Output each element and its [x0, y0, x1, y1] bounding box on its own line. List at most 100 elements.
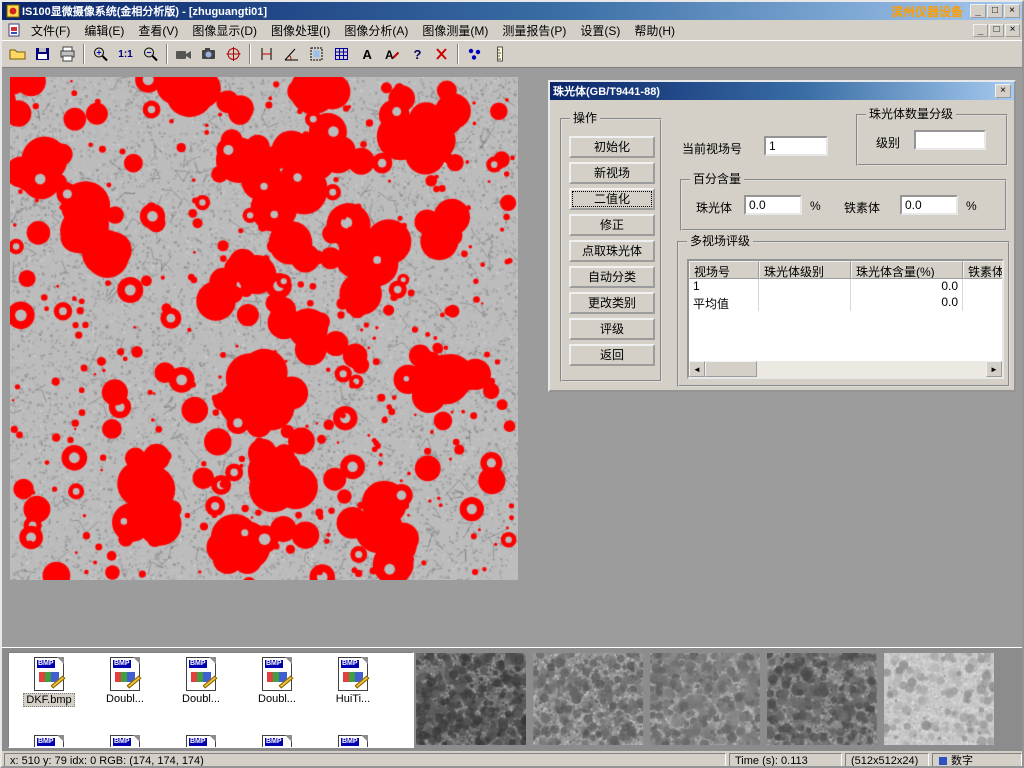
mdi-minimize-button[interactable]: _: [973, 24, 988, 37]
binarize-button[interactable]: 二值化: [569, 188, 655, 210]
correct-button[interactable]: 修正: [569, 214, 655, 236]
menu-item-image-analysis[interactable]: 图像分析(A): [337, 20, 415, 41]
pick-pearlite-button[interactable]: 点取珠光体: [569, 240, 655, 262]
camera-button[interactable]: [196, 42, 221, 66]
measure-angle-button[interactable]: [279, 42, 304, 66]
bmp-tag: BMP: [265, 738, 283, 746]
grid-button[interactable]: [329, 42, 354, 66]
dialog-titlebar[interactable]: 珠光体(GB/T9441-88) ×: [550, 82, 1014, 100]
file-item[interactable]: BMP Doubl...: [239, 657, 315, 705]
font-button[interactable]: A: [379, 42, 404, 66]
file-label[interactable]: DKF.bmp: [23, 693, 74, 707]
font-a-icon: A: [383, 46, 401, 62]
menu-item-measure-report[interactable]: 测量报告(P): [495, 20, 573, 41]
auto-classify-button[interactable]: 自动分类: [569, 266, 655, 288]
dialog-body: 操作 初始化 新视场 二值化 修正 点取珠光体 自动分类 更改类别 评级 返回 …: [550, 100, 1014, 390]
file-item[interactable]: BMP: [11, 735, 87, 748]
menu-item-image-display[interactable]: 图像显示(D): [185, 20, 264, 41]
open-button[interactable]: [5, 42, 30, 66]
ruler-button[interactable]: [487, 42, 512, 66]
table-row[interactable]: 平均值 0.0: [689, 295, 1002, 311]
titlebar[interactable]: IS100显微摄像系统(金相分析版) - [zhuguangti01] 滨州仪器…: [2, 2, 1022, 20]
bmp-tag: BMP: [265, 660, 283, 668]
help-button[interactable]: ?: [404, 42, 429, 66]
pearlite-input[interactable]: [744, 195, 802, 215]
print-button[interactable]: [55, 42, 80, 66]
mdi-restore-button[interactable]: □: [989, 24, 1004, 37]
new-field-button[interactable]: 新视场: [569, 162, 655, 184]
header-ferrite-content[interactable]: 铁素体含量(%): [963, 261, 1004, 279]
return-button[interactable]: 返回: [569, 344, 655, 366]
table-row[interactable]: 1 0.0: [689, 279, 1002, 295]
menu-item-file[interactable]: 文件(F): [24, 20, 77, 41]
horizontal-scrollbar[interactable]: ◄ ►: [689, 361, 1002, 377]
file-item[interactable]: BMP: [163, 735, 239, 748]
filmstrip-panel: BMP DKF.bmp BMP Doubl... BMP Doubl... BM…: [2, 647, 1022, 751]
file-list[interactable]: BMP DKF.bmp BMP Doubl... BMP Doubl... BM…: [8, 652, 414, 748]
text-button[interactable]: A: [354, 42, 379, 66]
header-pearlite-content[interactable]: 珠光体含量(%): [851, 261, 963, 279]
minimize-button[interactable]: _: [970, 4, 986, 18]
thumbnail-1[interactable]: [416, 653, 526, 745]
file-label[interactable]: HuiTi...: [334, 693, 372, 705]
change-category-button[interactable]: 更改类别: [569, 292, 655, 314]
current-field-input[interactable]: [764, 136, 828, 156]
digital-mode-icon: [938, 756, 948, 766]
bmp-file-icon: BMP: [338, 735, 368, 748]
mdi-close-button[interactable]: ×: [1005, 24, 1020, 37]
menu-item-image-measure[interactable]: 图像测量(M): [415, 20, 495, 41]
ferrite-percent-sign: %: [966, 199, 977, 213]
micrograph-image[interactable]: [10, 77, 518, 580]
delete-annotation-button[interactable]: [429, 42, 454, 66]
init-button[interactable]: 初始化: [569, 136, 655, 158]
video-capture-button[interactable]: [171, 42, 196, 66]
zoom-out-button[interactable]: [138, 42, 163, 66]
file-item[interactable]: BMP HuiTi...: [315, 657, 391, 705]
file-label[interactable]: Doubl...: [104, 693, 146, 705]
open-folder-icon: [9, 46, 27, 62]
menubar: 文件(F) 编辑(E) 查看(V) 图像显示(D) 图像处理(I) 图像分析(A…: [2, 20, 1022, 40]
thumbnail-2[interactable]: [533, 653, 643, 745]
menu-item-view[interactable]: 查看(V): [131, 20, 185, 41]
capture-target-button[interactable]: [221, 42, 246, 66]
menu-item-image-processing[interactable]: 图像处理(I): [264, 20, 337, 41]
actual-size-button[interactable]: 1:1: [113, 42, 138, 66]
zoom-in-button[interactable]: [88, 42, 113, 66]
file-item[interactable]: BMP Doubl...: [163, 657, 239, 705]
percent-group-label: 百分含量: [690, 173, 744, 186]
file-label[interactable]: Doubl...: [256, 693, 298, 705]
file-item[interactable]: BMP: [239, 735, 315, 748]
bmp-tag: BMP: [189, 660, 207, 668]
header-pearlite-grade[interactable]: 珠光体级别: [759, 261, 851, 279]
thumbnail-4[interactable]: [767, 653, 877, 745]
maximize-button[interactable]: □: [987, 4, 1003, 18]
menu-item-settings[interactable]: 设置(S): [573, 20, 627, 41]
status-position: x: 510 y: 79 idx: 0 RGB: (174, 174, 174): [4, 753, 726, 768]
menu-item-edit[interactable]: 编辑(E): [77, 20, 131, 41]
save-button[interactable]: [30, 42, 55, 66]
file-item[interactable]: BMP DKF.bmp: [11, 657, 87, 707]
status-mode: 数字: [932, 753, 1022, 768]
file-label[interactable]: Doubl...: [180, 693, 222, 705]
grade-input[interactable]: [914, 130, 986, 150]
rate-button[interactable]: 评级: [569, 318, 655, 340]
file-item[interactable]: BMP Doubl...: [87, 657, 163, 705]
scroll-left-button[interactable]: ◄: [689, 361, 705, 377]
header-field-no[interactable]: 视场号: [689, 261, 759, 279]
bmp-file-icon: BMP: [110, 657, 140, 691]
grid-icon: [333, 46, 351, 62]
thumbnail-5[interactable]: [884, 653, 994, 745]
multi-field-table[interactable]: 视场号 珠光体级别 珠光体含量(%) 铁素体含量(%) 1 0.0: [687, 259, 1004, 379]
file-item[interactable]: BMP: [87, 735, 163, 748]
measure-length-button[interactable]: [254, 42, 279, 66]
scroll-right-button[interactable]: ►: [986, 361, 1002, 377]
close-button[interactable]: ×: [1004, 4, 1020, 18]
measure-area-button[interactable]: [304, 42, 329, 66]
scrollbar-thumb[interactable]: [705, 361, 757, 377]
classify-button[interactable]: [462, 42, 487, 66]
thumbnail-3[interactable]: [650, 653, 760, 745]
file-item[interactable]: BMP: [315, 735, 391, 748]
menu-item-help[interactable]: 帮助(H): [627, 20, 682, 41]
dialog-close-button[interactable]: ×: [995, 84, 1011, 98]
ferrite-input[interactable]: [900, 195, 958, 215]
